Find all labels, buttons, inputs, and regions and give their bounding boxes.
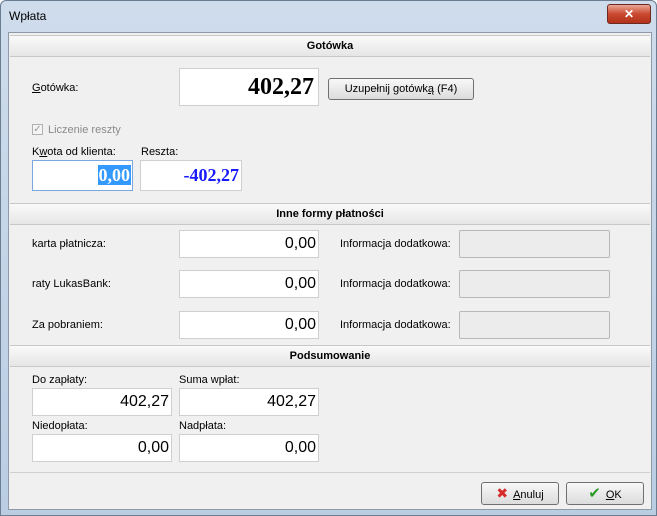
card-label: karta płatnicza: — [32, 238, 106, 250]
change-calc-label: Liczenie reszty — [48, 124, 121, 136]
underpaid-field: 0,00 — [32, 434, 172, 462]
close-button[interactable]: ✕ — [607, 4, 651, 24]
ok-button-label: OK — [605, 489, 622, 501]
client-amount-field[interactable]: 0,00 — [32, 160, 133, 191]
change-label: Reszta: — [141, 146, 179, 158]
underpaid-label: Niedopłata: — [32, 420, 88, 432]
overpaid-field: 0,00 — [179, 434, 319, 462]
installments-info-field[interactable] — [459, 270, 610, 298]
card-info-field[interactable] — [459, 230, 610, 258]
to-pay-label: Do zapłaty: — [32, 374, 88, 386]
installments-amount-field[interactable]: 0,00 — [179, 270, 319, 298]
cancel-button-label: Anuluj — [513, 489, 544, 501]
window-title: Wpłata — [9, 9, 47, 23]
cod-info-label: Informacja dodatkowa: — [340, 319, 451, 331]
fill-cash-button[interactable]: Uzupełnij gotówką (F4) — [328, 78, 474, 100]
payment-dialog: Wpłata ✕ Gotówka Gotówka: 402,27 Uzupełn… — [0, 0, 657, 516]
sum-paid-label: Suma wpłat: — [179, 374, 240, 386]
section-header-other-payments: Inne formy płatności — [10, 203, 650, 225]
cancel-button[interactable]: ✖ Anuluj — [481, 482, 559, 505]
change-calc-checkbox[interactable]: ✓ — [32, 124, 43, 135]
ok-button[interactable]: ✔ OK — [566, 482, 644, 505]
close-icon: ✕ — [623, 7, 635, 21]
change-field: -402,27 — [140, 160, 242, 191]
installments-info-label: Informacja dodatkowa: — [340, 278, 451, 290]
card-amount-field[interactable]: 0,00 — [179, 230, 319, 258]
cash-amount-field[interactable]: 402,27 — [179, 68, 319, 106]
sum-paid-field: 402,27 — [179, 388, 319, 416]
section-header-summary: Podsumowanie — [10, 345, 650, 367]
overpaid-label: Nadpłata: — [179, 420, 227, 432]
client-amount-label: Kwota od klienta: — [32, 146, 116, 158]
title-bar[interactable]: Wpłata ✕ — [1, 1, 656, 31]
section-header-cash: Gotówka — [10, 35, 650, 57]
cancel-icon: ✖ — [496, 485, 509, 501]
cod-amount-field[interactable]: 0,00 — [179, 311, 319, 339]
dialog-content: Gotówka Gotówka: 402,27 Uzupełnij gotówk… — [8, 32, 652, 510]
installments-label: raty LukasBank: — [32, 278, 111, 290]
cash-label: Gotówka: — [32, 82, 79, 94]
client-amount-value: 0,00 — [97, 165, 131, 185]
footer-divider — [10, 472, 650, 473]
cod-label: Za pobraniem: — [32, 319, 103, 331]
to-pay-field: 402,27 — [32, 388, 172, 416]
check-icon: ✓ — [33, 124, 42, 135]
card-info-label: Informacja dodatkowa: — [340, 238, 451, 250]
ok-icon: ✔ — [588, 485, 601, 502]
cod-info-field[interactable] — [459, 311, 610, 339]
